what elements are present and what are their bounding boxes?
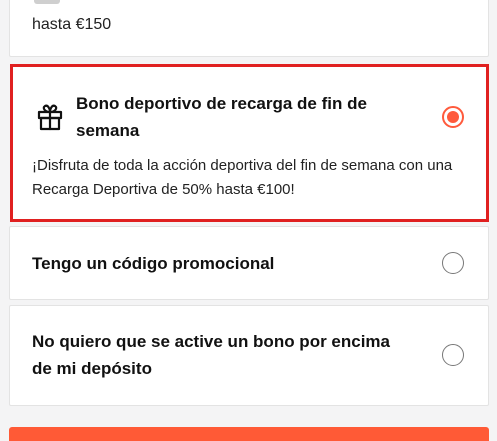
previous-bonus-option-card[interactable]: hasta €150 (9, 0, 489, 57)
continue-button[interactable] (9, 427, 489, 441)
radio-dot (447, 111, 459, 123)
option-title: Bono deportivo de recarga de fin de sema… (76, 94, 367, 140)
bonus-selection-page: hasta €150 Bono deportivo de recarga de … (0, 0, 497, 441)
bonus-icon (34, 0, 60, 4)
radio-button[interactable] (442, 252, 464, 274)
radio-button-selected[interactable] (442, 106, 464, 128)
gift-icon (37, 104, 63, 131)
radio-button[interactable] (442, 344, 464, 366)
previous-option-subtext: hasta €150 (32, 16, 112, 33)
option-title: No quiero que se active un bono por enci… (32, 332, 391, 378)
no-bonus-option[interactable]: No quiero que se active un bono por enci… (9, 305, 489, 406)
option-title: Tengo un código promocional (32, 254, 275, 273)
option-description: ¡Disfruta de toda la acción deportiva de… (32, 157, 453, 198)
weekend-sports-reload-bonus-option[interactable]: Bono deportivo de recarga de fin de sema… (10, 64, 489, 222)
promo-code-option[interactable]: Tengo un código promocional (9, 226, 489, 300)
